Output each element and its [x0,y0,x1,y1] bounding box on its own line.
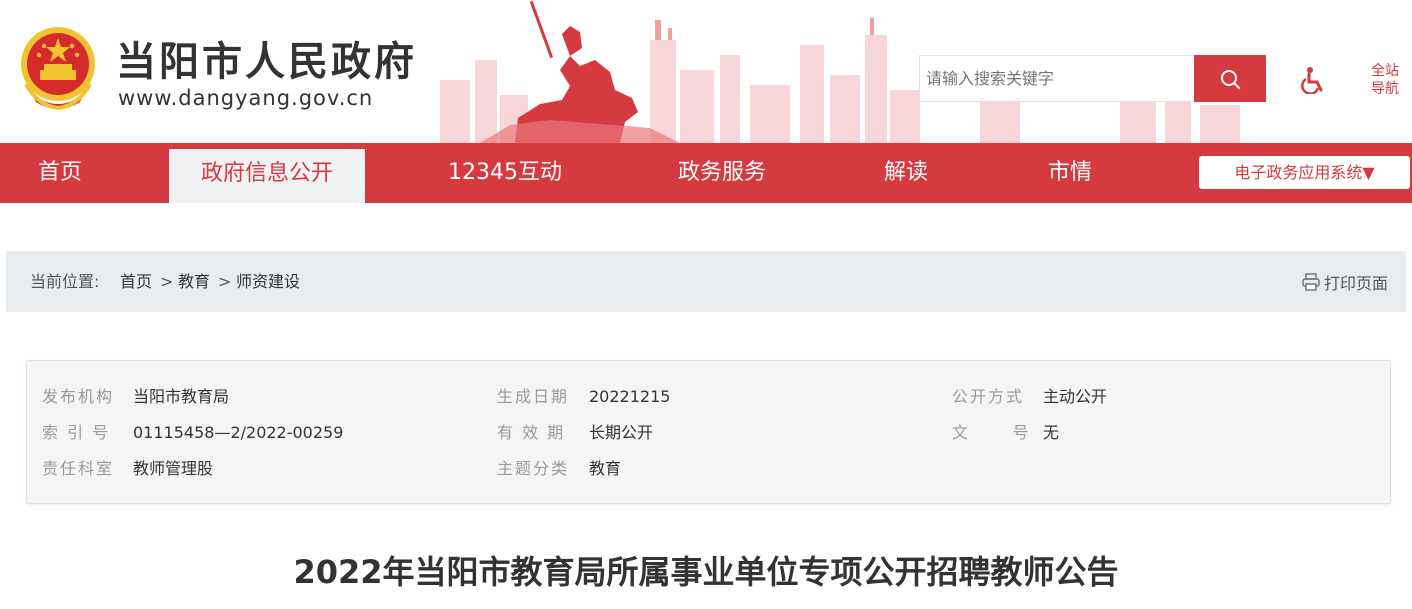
breadcrumb-prefix: 当前位置: [30,272,100,291]
article-title: 2022年当阳市教育局所属事业单位专项公开招聘教师公告 [293,553,1119,591]
meta-validity-value: 长期公开 [589,423,654,442]
system-dropdown-button[interactable]: 电子政务应用系统▼ [1199,156,1410,189]
print-button[interactable]: 打印页面 [1302,270,1388,294]
meta-date-label: 生成日期 [497,387,570,406]
full-site-nav-link[interactable]: 全站 导航 [1368,62,1402,98]
breadcrumb [6,251,1406,312]
printer-icon [1302,273,1320,291]
nav-item-home[interactable]: 首页 [0,143,120,203]
nav-item-city[interactable]: 市情 [1030,143,1110,203]
site-title[interactable]: 当阳市人民政府 [116,38,417,86]
meta-open-value: 主动公开 [1043,387,1108,406]
breadcrumb-item-home[interactable]: 首页 [120,272,152,292]
breadcrumb-separator: > [218,272,232,291]
site-header: 当阳市人民政府 www.dangyang.gov.cn 全站 导航 [0,0,1412,143]
meta-docno-value: 无 [1043,423,1060,442]
nav-item-gov-info[interactable]: 政府信息公开 [169,149,365,203]
accessibility-icon[interactable] [1301,66,1327,94]
fullnav-line1: 全站 [1371,63,1399,79]
meta-publisher-label: 发布机构 [42,387,115,406]
meta-validity-label: 有 效 期 [497,423,566,442]
meta-open-label: 公开方式 [952,387,1025,406]
search-icon [1221,69,1240,89]
meta-docno-label: 文 号 [952,423,1031,442]
meta-topic-label: 主题分类 [497,459,570,478]
nav-item-12345[interactable]: 12345互动 [430,143,580,203]
search-button[interactable] [1194,55,1266,102]
nav-item-services[interactable]: 政务服务 [660,143,784,203]
national-emblem-icon [21,27,95,111]
breadcrumb-separator: > [160,272,174,291]
meta-dept-label: 责任科室 [42,459,115,478]
meta-dept-value: 教师管理股 [133,459,214,478]
fullnav-line2: 导航 [1371,81,1399,97]
nav-item-interpret[interactable]: 解读 [866,143,946,203]
meta-publisher-value: 当阳市教育局 [133,387,230,406]
meta-index-label: 索 引 号 [42,423,111,442]
meta-date-value: 20221215 [589,387,671,406]
print-label: 打印页面 [1324,274,1389,293]
site-url: www.dangyang.gov.cn [118,86,374,110]
breadcrumb-item-teachers[interactable]: 师资建设 [236,272,300,292]
breadcrumb-item-education[interactable]: 教育 [178,272,210,292]
meta-topic-value: 教育 [589,459,622,478]
search-input[interactable] [919,55,1195,102]
meta-index-value: 01115458—2/2022-00259 [133,423,344,442]
